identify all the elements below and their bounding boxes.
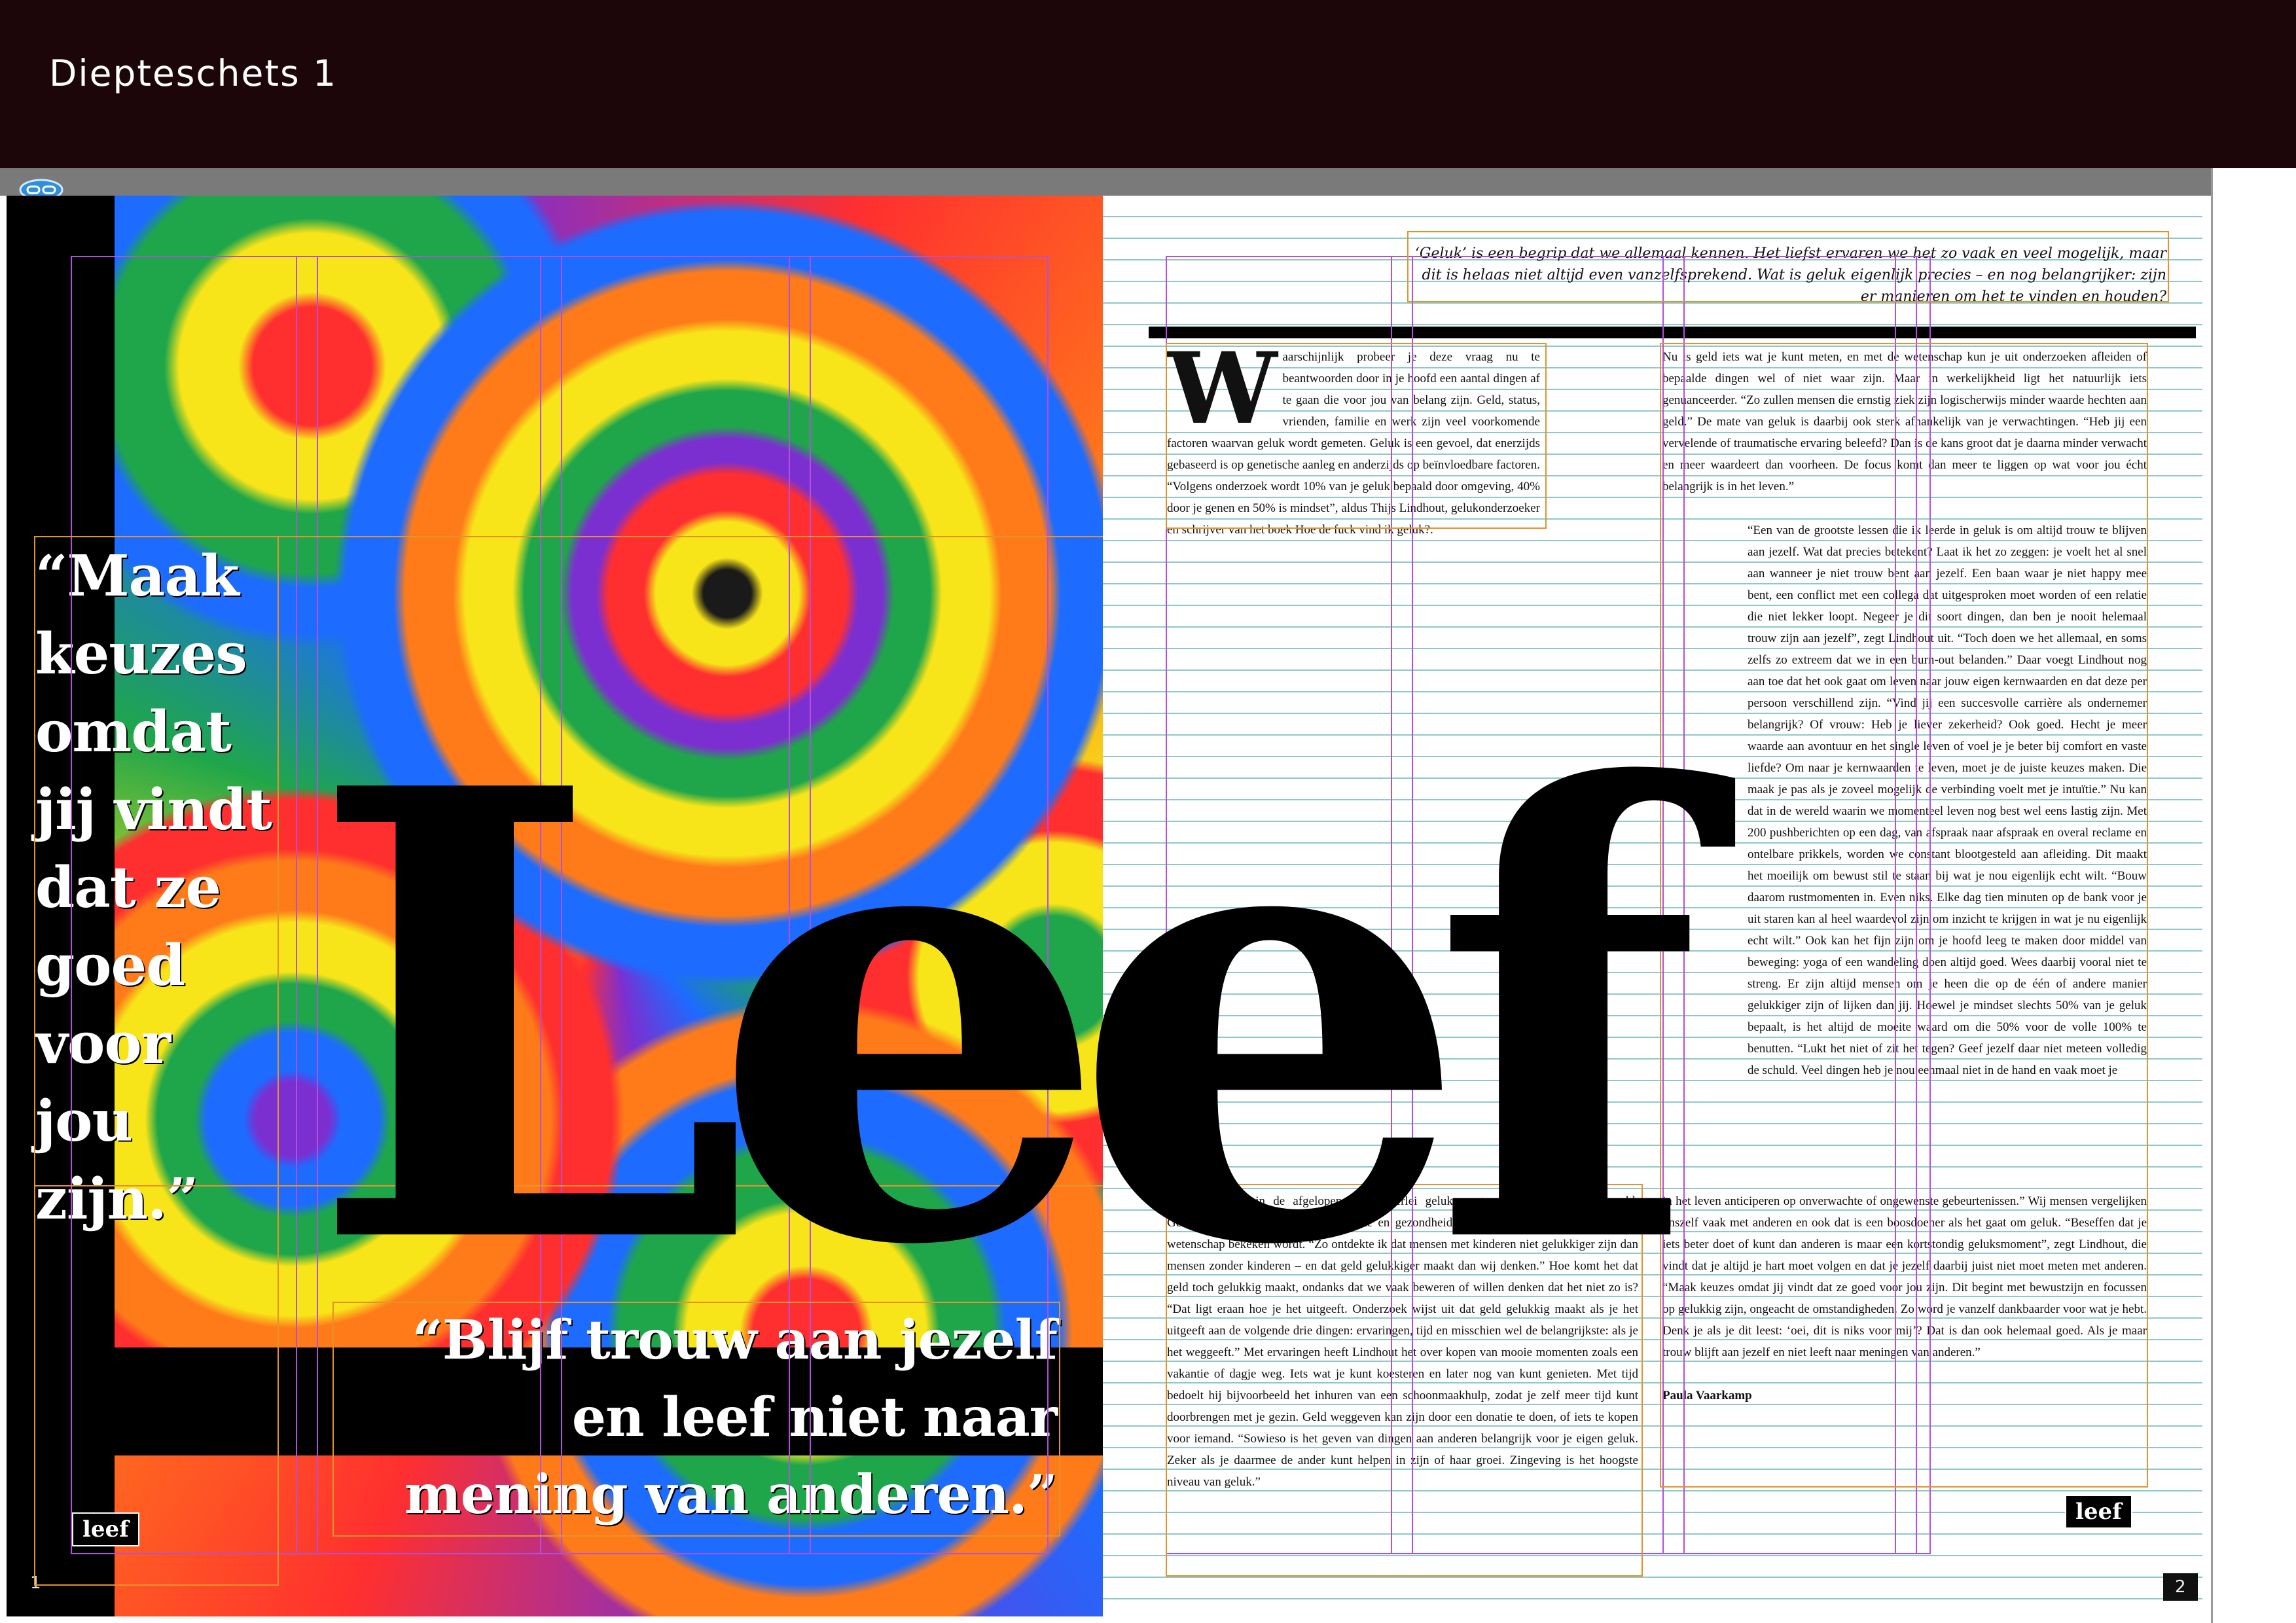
column-2-top[interactable]: Nu is geld iets wat je kunt meten, en me… [1662,346,2147,497]
intro-text[interactable]: ‘Geluk’ is een begrip dat we allemaal ke… [1407,243,2166,308]
leef-logo-right: leef [2065,1495,2132,1529]
drop-cap: W [1167,331,1278,446]
header-rule [1149,327,2196,338]
column-2-bottom-text: in het leven anticiperen op onverwachte … [1662,1194,2147,1359]
column-1-top[interactable]: Waarschijnlijk probeer je deze vraag nu … [1167,331,1540,541]
page-number-right: 2 [2163,1573,2198,1601]
title-bar: Diepteschets 1 [0,0,2296,168]
leef-logo-left: leef [72,1512,139,1546]
pull-quote-left[interactable]: “Maak keuzes omdat jij vindt dat ze goed… [35,537,284,1238]
pasteboard-right [2211,168,2296,1623]
column-2-middle[interactable]: “Een van de grootste lessen die ik leerd… [1748,520,2147,1081]
author-credit: Paula Vaarkamp [1662,1389,1752,1402]
document-canvas[interactable]: “Maak keuzes omdat jij vindt dat ze goed… [0,168,2296,1623]
document-title: Diepteschets 1 [49,52,338,94]
column-2-bottom[interactable]: in het leven anticiperen op onverwachte … [1662,1190,2147,1406]
page-number-left: 1 [30,1573,41,1593]
headline-leef[interactable]: Leef [308,711,1702,1327]
canvas-top-strip [0,168,2211,196]
